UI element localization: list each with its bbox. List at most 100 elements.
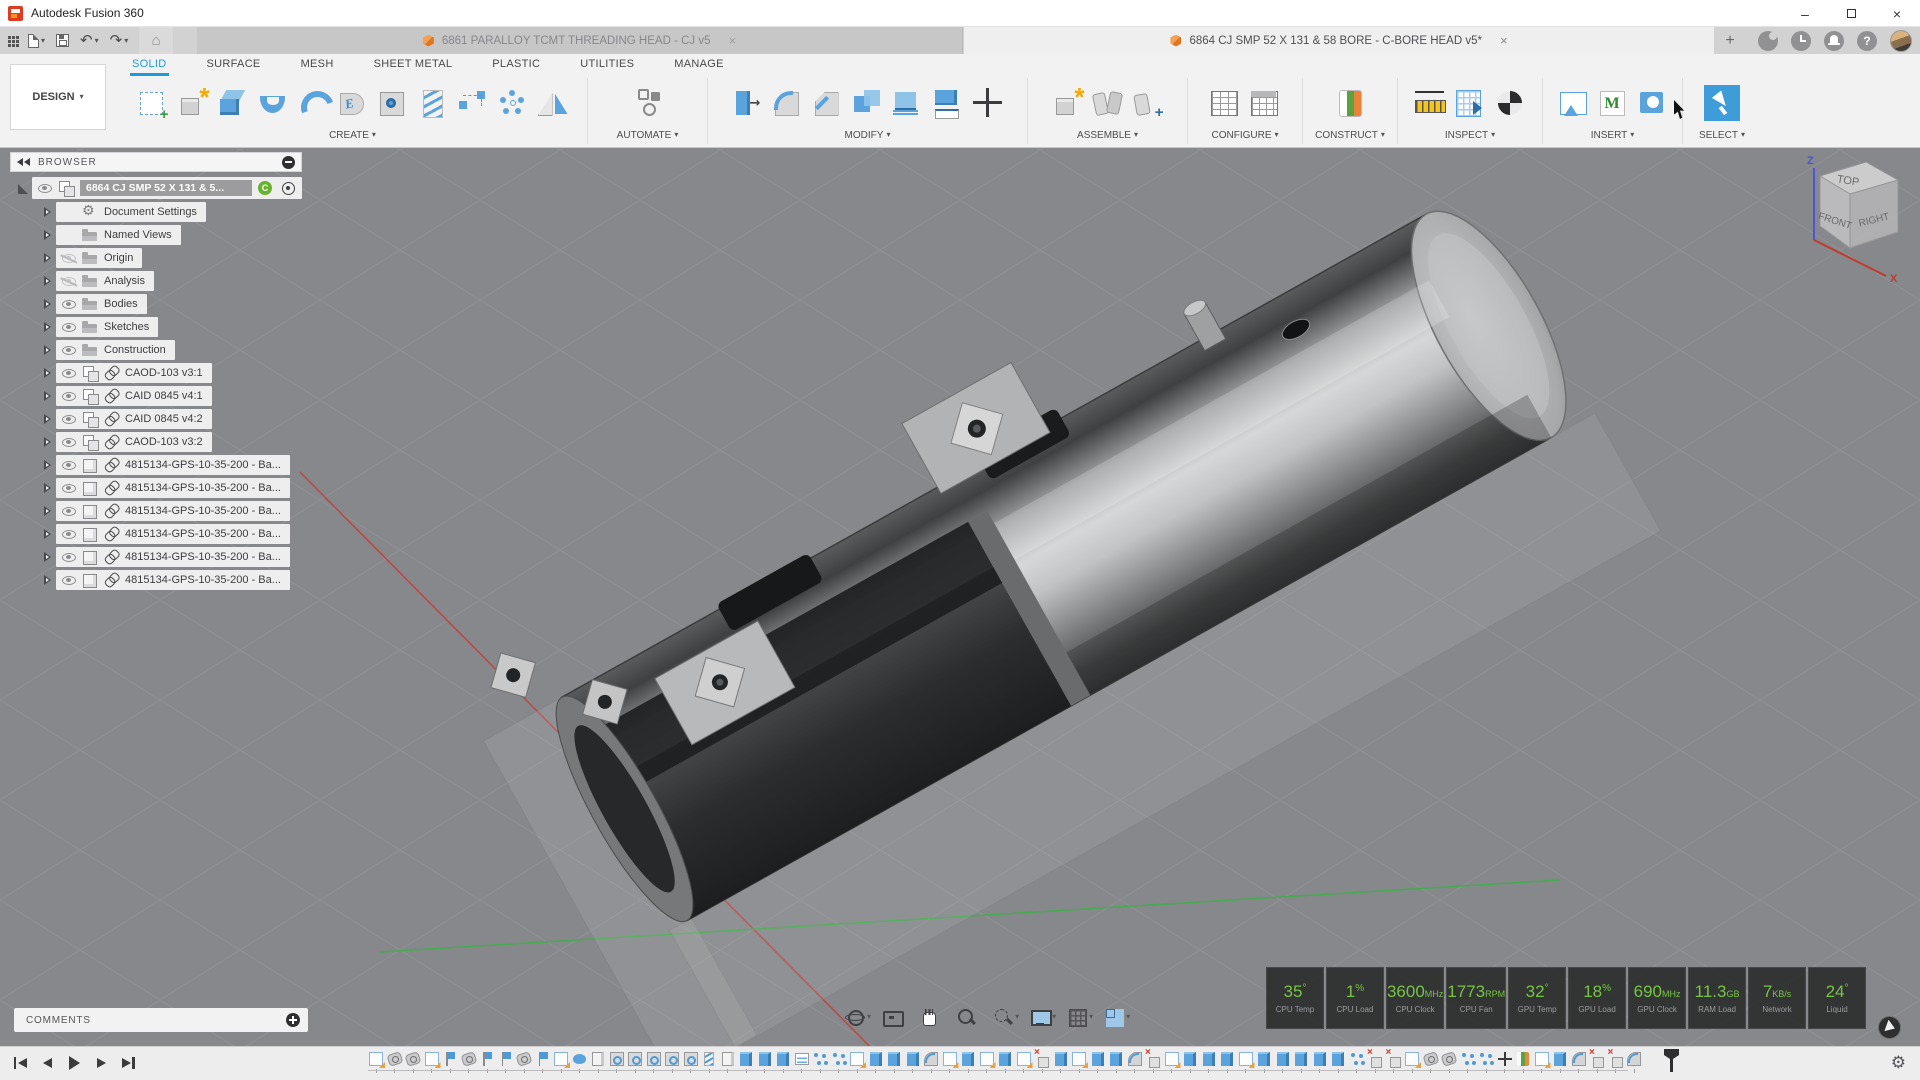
timeline-feature[interactable] <box>479 1051 495 1073</box>
tree-row[interactable]: Sketches <box>10 317 302 337</box>
visibility-eye-icon[interactable] <box>38 184 52 193</box>
ribbon-tool-button[interactable] <box>728 80 768 126</box>
timeline-feature[interactable] <box>387 1051 403 1073</box>
timeline-feature[interactable] <box>442 1051 458 1073</box>
timeline-feature[interactable] <box>1071 1051 1087 1073</box>
timeline-feature[interactable] <box>498 1051 514 1073</box>
timeline-feature[interactable] <box>461 1051 477 1073</box>
timeline-feature[interactable] <box>1275 1051 1291 1073</box>
chevron-down-icon[interactable]: ▾ <box>886 131 890 139</box>
ribbon-tool-button[interactable] <box>1088 80 1128 126</box>
ribbon-tool-button[interactable] <box>333 80 373 126</box>
expand-arrow-icon[interactable] <box>42 482 56 494</box>
timeline-feature[interactable] <box>1589 1051 1605 1073</box>
timeline-settings-gear-icon[interactable]: ⚙ <box>1891 1053 1906 1073</box>
timeline-feature[interactable] <box>553 1051 569 1073</box>
ribbon-tool-button[interactable] <box>1410 80 1450 126</box>
chevron-down-icon[interactable]: ▾ <box>1630 131 1634 139</box>
timeline-feature[interactable] <box>1478 1051 1494 1073</box>
timeline-feature[interactable] <box>1349 1051 1365 1073</box>
ribbon-tool-button[interactable] <box>1128 80 1168 126</box>
visibility-eye-icon[interactable] <box>62 323 76 332</box>
maximize-button[interactable] <box>1828 0 1874 27</box>
document-tab-active[interactable]: 6864 CJ SMP 52 X 131 & 58 BORE - C-BORE … <box>964 27 1714 54</box>
timeline-feature[interactable] <box>572 1051 588 1073</box>
ribbon-tool-button[interactable] <box>213 80 253 126</box>
timeline-feature[interactable] <box>1145 1051 1161 1073</box>
timeline-feature[interactable] <box>1608 1051 1624 1073</box>
browser-header[interactable]: BROWSER <box>10 152 302 172</box>
ribbon-tool-button[interactable] <box>533 80 573 126</box>
chevron-down-icon[interactable]: ▾ <box>1052 1013 1056 1021</box>
timeline-feature[interactable] <box>1460 1051 1476 1073</box>
ribbon-tool-button[interactable] <box>493 80 533 126</box>
visibility-eye-icon[interactable] <box>62 484 76 493</box>
timeline-feature[interactable] <box>1534 1051 1550 1073</box>
tree-item-label[interactable]: 4815134-GPS-10-35-200 - Ba... <box>125 459 281 471</box>
workspace-selector[interactable]: DESIGN▾ <box>10 64 106 130</box>
tree-item-label[interactable]: 4815134-GPS-10-35-200 - Ba... <box>125 551 281 563</box>
timeline-feature[interactable] <box>1090 1051 1106 1073</box>
timeline-feature[interactable] <box>1219 1051 1235 1073</box>
tree-item-label[interactable]: CAOD-103 v3:1 <box>125 367 203 379</box>
timeline-feature[interactable] <box>1164 1051 1180 1073</box>
tree-item-label[interactable]: Analysis <box>104 275 145 287</box>
tree-item-label[interactable]: CAID 0845 v4:1 <box>125 390 203 402</box>
expand-arrow-icon[interactable] <box>42 298 56 310</box>
ribbon-tool-button[interactable] <box>1205 80 1245 126</box>
step-forward-button[interactable] <box>91 1053 111 1073</box>
tree-row[interactable]: Analysis <box>10 271 302 291</box>
ribbon-tool-button[interactable] <box>1490 80 1530 126</box>
ribbon-tool-button[interactable] <box>133 80 173 126</box>
tree-item-label[interactable]: 4815134-GPS-10-35-200 - Ba... <box>125 528 281 540</box>
close-tab-icon[interactable]: × <box>1500 33 1508 48</box>
timeline-feature[interactable] <box>1423 1051 1439 1073</box>
tree-item-label[interactable]: Document Settings <box>104 206 197 218</box>
tree-item-label[interactable]: 6864 CJ SMP 52 X 131 & 5... <box>80 180 252 196</box>
ribbon-tool-button[interactable] <box>173 80 213 126</box>
nav-tool-button[interactable]: ▾ <box>1030 1007 1056 1027</box>
app-grid-menu-button[interactable] <box>8 36 17 45</box>
chevron-down-icon[interactable]: ▾ <box>372 131 376 139</box>
timeline-feature[interactable] <box>646 1051 662 1073</box>
timeline-feature[interactable] <box>868 1051 884 1073</box>
timeline-feature[interactable] <box>794 1051 810 1073</box>
ribbon-tab[interactable]: SOLID <box>132 58 167 74</box>
visibility-eye-icon[interactable] <box>62 277 76 286</box>
timeline-feature[interactable] <box>1404 1051 1420 1073</box>
tree-row[interactable]: 4815134-GPS-10-35-200 - Ba... <box>10 547 302 567</box>
expand-arrow-icon[interactable] <box>42 275 56 287</box>
tree-row[interactable]: Origin <box>10 248 302 268</box>
expand-arrow-icon[interactable] <box>18 182 32 194</box>
timeline-feature[interactable] <box>1497 1051 1513 1073</box>
expand-arrow-icon[interactable] <box>42 390 56 402</box>
timeline-feature[interactable] <box>1441 1051 1457 1073</box>
timeline-feature[interactable] <box>424 1051 440 1073</box>
chevron-down-icon[interactable]: ▾ <box>1381 131 1385 139</box>
timeline-feature[interactable] <box>1182 1051 1198 1073</box>
ribbon-tool-button[interactable] <box>1245 80 1285 126</box>
tree-row[interactable]: CAOD-103 v3:1 <box>10 363 302 383</box>
timeline-feature[interactable] <box>590 1051 606 1073</box>
timeline-feature[interactable] <box>627 1051 643 1073</box>
timeline-position-marker[interactable] <box>1664 1050 1680 1074</box>
activate-component-radio[interactable] <box>282 182 295 195</box>
timeline-feature[interactable] <box>405 1051 421 1073</box>
tree-item-label[interactable]: 4815134-GPS-10-35-200 - Ba... <box>125 574 281 586</box>
timeline-feature[interactable] <box>609 1051 625 1073</box>
ribbon-tool-button[interactable] <box>808 80 848 126</box>
tree-row[interactable]: CAID 0845 v4:1 <box>10 386 302 406</box>
visibility-eye-icon[interactable] <box>62 507 76 516</box>
ribbon-tab[interactable]: MANAGE <box>674 58 723 74</box>
timeline-feature[interactable] <box>1034 1051 1050 1073</box>
timeline-feature[interactable] <box>1108 1051 1124 1073</box>
timeline-feature[interactable] <box>1293 1051 1309 1073</box>
nav-tool-button[interactable]: ▾ <box>993 1007 1019 1027</box>
tree-row[interactable]: Bodies <box>10 294 302 314</box>
step-back-button[interactable] <box>37 1053 57 1073</box>
tree-row[interactable]: 4815134-GPS-10-35-200 - Ba... <box>10 501 302 521</box>
collapse-panel-icon[interactable] <box>17 158 30 166</box>
minimize-panel-icon[interactable] <box>282 156 295 169</box>
ribbon-tab[interactable]: MESH <box>301 58 334 74</box>
go-to-start-button[interactable] <box>10 1053 30 1073</box>
